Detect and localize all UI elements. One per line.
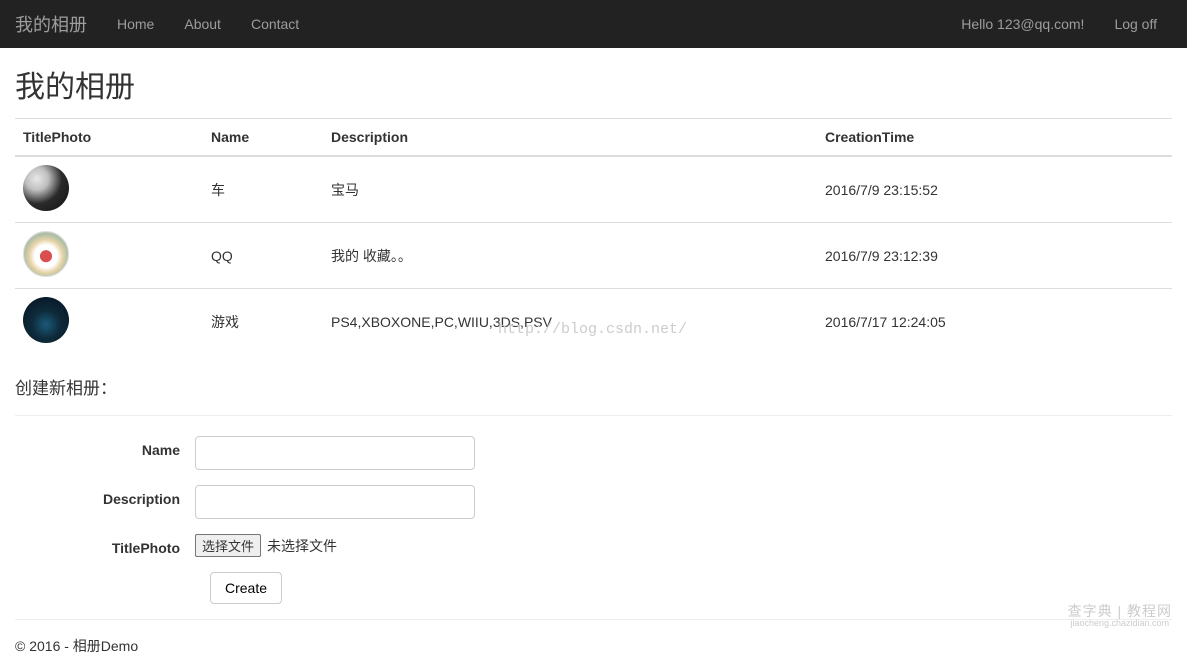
form-group-submit: Create xyxy=(15,572,1172,604)
cell-description: 我的 收藏。。 xyxy=(323,223,817,289)
name-input[interactable] xyxy=(195,436,475,470)
form-group-titlephoto: TitlePhoto 选择文件 未选择文件 xyxy=(15,534,1172,557)
label-description: Description xyxy=(15,485,195,507)
navbar-left: 我的相册 Home About Contact xyxy=(15,11,314,37)
album-thumbnail-icon[interactable] xyxy=(23,231,69,277)
navbar-brand[interactable]: 我的相册 xyxy=(15,11,102,37)
label-name: Name xyxy=(15,436,195,458)
create-button[interactable]: Create xyxy=(210,572,282,604)
greeting-text[interactable]: Hello 123@qq.com! xyxy=(946,16,1099,32)
file-input[interactable]: 选择文件 未选择文件 xyxy=(195,534,337,557)
cell-creationtime: 2016/7/9 23:15:52 xyxy=(817,156,1172,223)
navbar-right: Hello 123@qq.com! Log off xyxy=(946,16,1172,32)
main-container: 我的相册 TitlePhoto Name Description Creatio… xyxy=(0,48,1187,656)
cell-creationtime: 2016/7/17 12:24:05 xyxy=(817,289,1172,355)
file-choose-button[interactable]: 选择文件 xyxy=(195,534,261,557)
nav-link-home[interactable]: Home xyxy=(102,16,169,32)
navbar: 我的相册 Home About Contact Hello 123@qq.com… xyxy=(0,0,1187,48)
form-group-name: Name xyxy=(15,436,1172,470)
description-input[interactable] xyxy=(195,485,475,519)
nav-link-about[interactable]: About xyxy=(169,16,236,32)
file-status-text: 未选择文件 xyxy=(267,536,337,556)
th-description: Description xyxy=(323,119,817,157)
footer-divider xyxy=(15,619,1172,620)
cell-name: 游戏 xyxy=(203,289,323,355)
create-heading: 创建新相册： xyxy=(15,374,1172,399)
nav-link-contact[interactable]: Contact xyxy=(236,16,314,32)
cell-name: 车 xyxy=(203,156,323,223)
table-row: 游戏 PS4,XBOXONE,PC,WIIU,3DS,PSV 2016/7/17… xyxy=(15,289,1172,355)
cell-description: PS4,XBOXONE,PC,WIIU,3DS,PSV xyxy=(323,289,817,355)
table-row: QQ 我的 收藏。。 2016/7/9 23:12:39 xyxy=(15,223,1172,289)
page-title: 我的相册 xyxy=(15,62,1172,106)
th-creationtime: CreationTime xyxy=(817,119,1172,157)
table-header-row: TitlePhoto Name Description CreationTime xyxy=(15,119,1172,157)
cell-creationtime: 2016/7/9 23:12:39 xyxy=(817,223,1172,289)
album-thumbnail-icon[interactable] xyxy=(23,165,69,211)
cell-description: 宝马 xyxy=(323,156,817,223)
create-album-form: Name Description TitlePhoto 选择文件 未选择文件 C… xyxy=(15,436,1172,604)
th-name: Name xyxy=(203,119,323,157)
th-titlephoto: TitlePhoto xyxy=(15,119,203,157)
logoff-link[interactable]: Log off xyxy=(1099,16,1172,32)
divider xyxy=(15,415,1172,416)
album-thumbnail-icon[interactable] xyxy=(23,297,69,343)
footer-text: © 2016 - 相册Demo xyxy=(15,636,1172,656)
label-titlephoto: TitlePhoto xyxy=(15,534,195,556)
table-row: 车 宝马 2016/7/9 23:15:52 xyxy=(15,156,1172,223)
albums-table: TitlePhoto Name Description CreationTime… xyxy=(15,118,1172,354)
cell-name: QQ xyxy=(203,223,323,289)
form-group-description: Description xyxy=(15,485,1172,519)
